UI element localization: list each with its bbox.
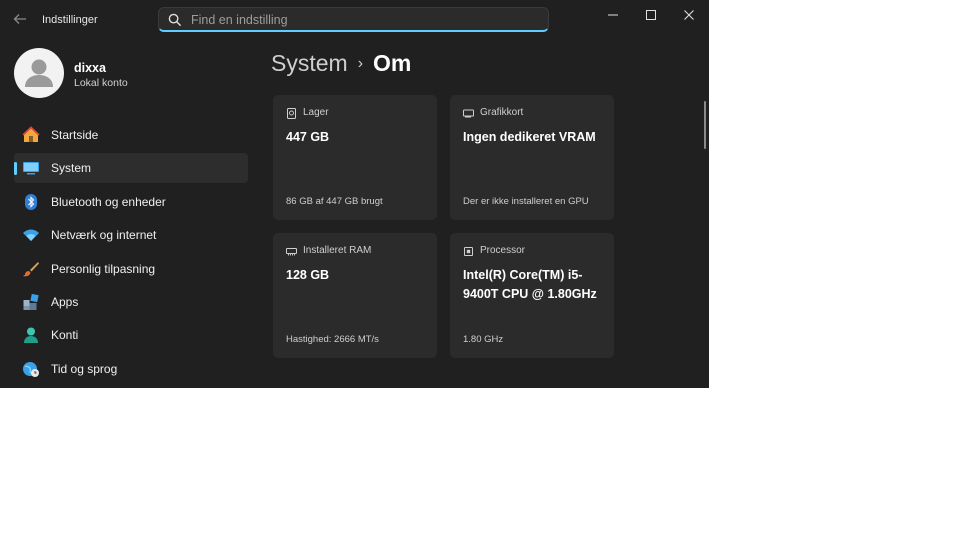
processor-card: Processor Intel(R) Core(TM) i5-9400T CPU… [450, 233, 614, 358]
processor-icon [464, 247, 473, 256]
storage-heading: Lager [303, 107, 329, 118]
scrollbar-thumb[interactable] [704, 101, 706, 149]
page-title: Om [373, 50, 412, 76]
graphics-value: Ingen dedikeret VRAM [463, 130, 596, 144]
sidebar-nav: Startside System Bluetooth og enheder Ne… [14, 120, 248, 387]
bluetooth-icon [25, 193, 37, 210]
processor-value: Intel(R) Core(TM) i5-9400T CPU @ 1.80GHz [463, 268, 597, 301]
ram-heading: Installeret RAM [303, 245, 372, 256]
home-icon [22, 126, 40, 142]
graphics-card: Grafikkort Ingen dedikeret VRAM Der er i… [450, 95, 614, 220]
graphics-heading: Grafikkort [480, 107, 524, 118]
minimize-button[interactable] [594, 4, 632, 26]
active-indicator [14, 162, 17, 176]
processor-heading: Processor [480, 245, 526, 256]
minimize-icon [608, 14, 618, 16]
storage-usage: 86 GB af 447 GB brugt [286, 196, 383, 207]
sidebar-item-startside[interactable]: Startside [14, 120, 248, 150]
close-button[interactable] [670, 4, 708, 26]
apps-icon [23, 293, 39, 310]
account-type: Lokal konto [74, 77, 128, 89]
monitor-icon [23, 162, 39, 175]
storage-icon [287, 108, 296, 119]
sidebar-item-system[interactable]: System [14, 153, 248, 184]
search-input[interactable] [191, 10, 531, 29]
storage-value: 447 GB [286, 130, 330, 144]
chevron-right-icon: › [357, 55, 364, 72]
sidebar-item-time-language[interactable]: Tid og sprog [14, 354, 248, 384]
sidebar-item-apps[interactable]: Apps [14, 287, 248, 317]
search-icon [168, 13, 182, 27]
memory-icon [286, 248, 297, 256]
breadcrumb: System › Om [271, 50, 411, 77]
user-silhouette-icon [25, 59, 53, 87]
title-bar: Indstillinger [0, 0, 709, 40]
sidebar-item-label: Netværk og internet [51, 228, 157, 243]
app-title: Indstillinger [42, 14, 98, 26]
maximize-icon [646, 10, 656, 20]
settings-window: Indstillinger dixxa Lokal konto [0, 0, 709, 388]
sidebar-item-personalization[interactable]: Personlig tilpasning [14, 254, 248, 284]
sidebar-item-label: Startside [51, 128, 99, 142]
sidebar-item-label: Personlig tilpasning [51, 261, 156, 276]
maximize-button[interactable] [632, 4, 670, 26]
sidebar-item-label: Tid og sprog [51, 361, 118, 376]
sidebar-item-label: Konti [51, 328, 79, 343]
sidebar-item-label: Bluetooth og enheder [51, 194, 166, 209]
sidebar-item-bluetooth[interactable]: Bluetooth og enheder [14, 187, 248, 217]
wifi-icon [23, 229, 39, 242]
search-box[interactable] [158, 7, 549, 32]
ram-card: Installeret RAM 128 GB Hastighed: 2666 M… [273, 233, 437, 358]
sidebar-item-network[interactable]: Netværk og internet [14, 220, 248, 250]
ram-value: 128 GB [286, 268, 330, 282]
graphics-card-icon [463, 109, 474, 118]
sidebar-item-label: System [51, 161, 92, 176]
close-icon [684, 10, 694, 20]
sidebar-item-label: Apps [51, 294, 79, 309]
brush-icon [23, 261, 39, 276]
breadcrumb-parent[interactable]: System [271, 50, 348, 76]
person-icon [24, 327, 38, 344]
avatar [14, 48, 64, 98]
back-arrow-icon [13, 14, 26, 24]
user-name: dixxa [74, 61, 106, 75]
ram-speed: Hastighed: 2666 MT/s [286, 334, 379, 345]
graphics-note: Der er ikke installeret en GPU [463, 196, 589, 207]
globe-clock-icon [23, 361, 39, 377]
back-button[interactable] [12, 11, 30, 29]
storage-card: Lager 447 GB 86 GB af 447 GB brugt [273, 95, 437, 220]
processor-speed: 1.80 GHz [463, 334, 504, 345]
sidebar-item-accounts[interactable]: Konti [14, 320, 248, 350]
